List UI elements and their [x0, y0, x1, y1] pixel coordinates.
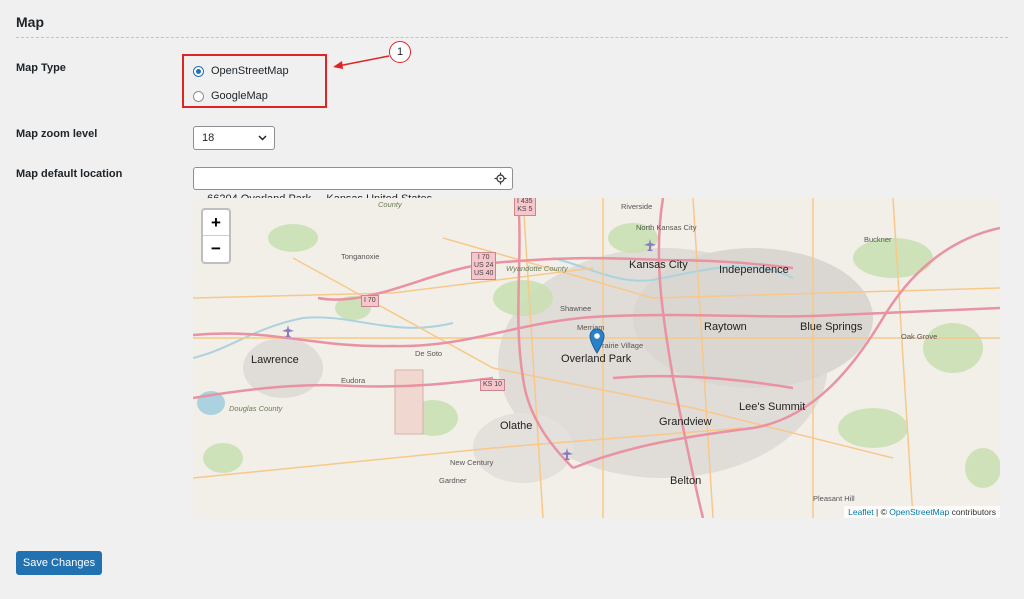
map-label-oak-grove: Oak Grove	[901, 332, 938, 341]
leaflet-link[interactable]: Leaflet	[848, 507, 874, 517]
shield-i70: I 70	[361, 295, 379, 307]
zoom-control[interactable]: + −	[201, 208, 231, 264]
chevron-down-icon	[258, 135, 267, 141]
zoom-in-button[interactable]: +	[203, 210, 229, 236]
map-view[interactable]: + − County Wyandotte County Douglas Coun…	[193, 198, 1000, 518]
map-label-north-kc: North Kansas City	[636, 223, 697, 232]
map-label-eudora: Eudora	[341, 376, 366, 385]
map-label-douglas: Douglas County	[229, 404, 283, 413]
map-label-olathe: Olathe	[500, 420, 533, 432]
map-label-county: County	[378, 200, 402, 209]
zoom-level-select[interactable]: 18	[193, 126, 275, 150]
shield-i435: I 435 KS 5	[514, 198, 536, 216]
save-changes-button[interactable]: Save Changes	[16, 551, 102, 575]
map-label-independence: Independence	[719, 264, 789, 276]
osm-link[interactable]: OpenStreetMap	[889, 507, 949, 517]
map-label-de-soto: De Soto	[415, 349, 443, 358]
shield-ks10: KS 10	[480, 379, 506, 391]
map-label-wyandotte: Wyandotte County	[506, 264, 568, 273]
airport-icon	[561, 448, 573, 460]
map-label-raytown: Raytown	[704, 321, 747, 333]
map-label-tonganoxie: Tonganoxie	[341, 252, 380, 261]
attribution-suffix: contributors	[949, 507, 996, 517]
map-label-riverside: Riverside	[621, 202, 653, 211]
zoom-out-button[interactable]: −	[203, 236, 229, 262]
callout-arrow-icon	[333, 55, 390, 69]
map-label-blue-springs: Blue Springs	[800, 321, 863, 333]
zoom-level-label: Map zoom level	[16, 128, 98, 140]
shield-i70-us24-us40: I 70 US 24 US 40	[471, 252, 497, 280]
map-label-lawrence: Lawrence	[251, 354, 299, 366]
map-label-shawnee: Shawnee	[560, 304, 592, 313]
callout-number-badge: 1	[389, 41, 411, 63]
map-label-gardner: Gardner	[439, 476, 467, 485]
map-label-buckner: Buckner	[864, 235, 892, 244]
zoom-level-value: 18	[202, 132, 215, 144]
map-attribution: Leaflet | © OpenStreetMap contributors	[844, 506, 1000, 518]
map-label-pleasant-hill: Pleasant Hill	[813, 494, 855, 503]
map-label-kansas-city: Kansas City	[629, 259, 688, 271]
airport-icon	[644, 239, 656, 251]
airport-icon	[282, 325, 294, 337]
locate-target-icon[interactable]	[494, 172, 507, 185]
map-label-grandview: Grandview	[659, 416, 712, 428]
map-label-lees-summit: Lee's Summit	[739, 401, 806, 413]
default-location-label: Map default location	[16, 168, 123, 180]
attribution-separator: | ©	[873, 507, 890, 517]
map-label-new-century: New Century	[450, 458, 494, 467]
location-input[interactable]: 66204 Overland Park , Kansas United Stat…	[193, 167, 513, 205]
map-label-overland-park: Overland Park	[561, 353, 632, 365]
location-marker-icon[interactable]	[589, 328, 605, 354]
map-label-belton: Belton	[670, 475, 702, 487]
